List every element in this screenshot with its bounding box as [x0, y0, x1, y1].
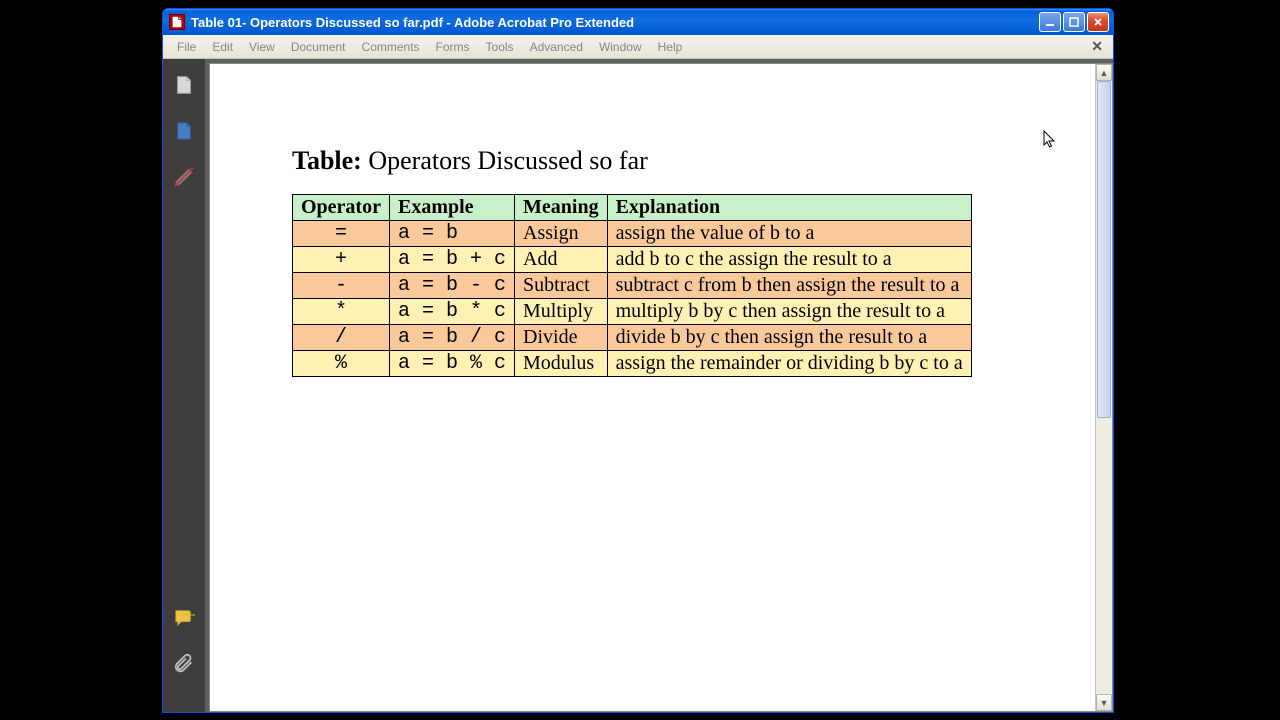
- menu-comments[interactable]: Comments: [354, 38, 428, 56]
- table-header-row: Operator Example Meaning Explanation: [293, 195, 972, 221]
- comments-panel-icon[interactable]: [172, 606, 196, 630]
- title-rest: Operators Discussed so far: [362, 146, 648, 175]
- table-row: % a = b % c Modulus assign the remainder…: [293, 351, 972, 377]
- pdf-app-icon: [169, 14, 185, 30]
- table-row: * a = b * c Multiply multiply b by c the…: [293, 299, 972, 325]
- menu-file[interactable]: File: [169, 38, 204, 56]
- title-bar: Table 01- Operators Discussed so far.pdf…: [163, 9, 1113, 35]
- menu-tools[interactable]: Tools: [478, 38, 522, 56]
- col-example: Example: [389, 195, 514, 221]
- document-view: Table: Operators Discussed so far Operat…: [209, 63, 1113, 712]
- pdf-page: Table: Operators Discussed so far Operat…: [210, 64, 1095, 711]
- window-buttons: [1039, 12, 1109, 32]
- menu-edit[interactable]: Edit: [204, 38, 241, 56]
- table-row: + a = b + c Add add b to c the assign th…: [293, 247, 972, 273]
- work-area: Table: Operators Discussed so far Operat…: [163, 59, 1113, 712]
- window-title: Table 01- Operators Discussed so far.pdf…: [191, 15, 1039, 30]
- pages-panel-icon[interactable]: [172, 73, 196, 97]
- scroll-track[interactable]: [1096, 81, 1112, 694]
- menu-view[interactable]: View: [241, 38, 283, 56]
- menu-advanced[interactable]: Advanced: [522, 38, 591, 56]
- nav-sidebar: [163, 59, 205, 712]
- bookmarks-panel-icon[interactable]: [172, 119, 196, 143]
- operators-table: Operator Example Meaning Explanation = a…: [292, 194, 972, 377]
- col-meaning: Meaning: [515, 195, 608, 221]
- table-row: = a = b Assign assign the value of b to …: [293, 221, 972, 247]
- menu-help[interactable]: Help: [650, 38, 691, 56]
- col-operator: Operator: [293, 195, 390, 221]
- scroll-down-arrow-icon[interactable]: ▼: [1096, 694, 1112, 711]
- title-prefix: Table:: [292, 146, 362, 175]
- col-explanation: Explanation: [607, 195, 971, 221]
- document-close-icon[interactable]: ✕: [1087, 38, 1107, 55]
- menu-document[interactable]: Document: [283, 38, 354, 56]
- menu-forms[interactable]: Forms: [428, 38, 478, 56]
- minimize-button[interactable]: [1039, 12, 1061, 32]
- signatures-panel-icon[interactable]: [172, 165, 196, 189]
- menu-bar: File Edit View Document Comments Forms T…: [163, 35, 1113, 59]
- table-row: - a = b - c Subtract subtract c from b t…: [293, 273, 972, 299]
- attachments-panel-icon[interactable]: [172, 652, 196, 676]
- maximize-button[interactable]: [1063, 12, 1085, 32]
- menu-window[interactable]: Window: [591, 38, 650, 56]
- app-window: Table 01- Operators Discussed so far.pdf…: [162, 8, 1114, 713]
- page-title: Table: Operators Discussed so far: [292, 146, 1035, 176]
- scroll-thumb[interactable]: [1097, 81, 1111, 418]
- vertical-scrollbar[interactable]: ▲ ▼: [1095, 64, 1112, 711]
- table-row: / a = b / c Divide divide b by c then as…: [293, 325, 972, 351]
- scroll-up-arrow-icon[interactable]: ▲: [1096, 64, 1112, 81]
- close-button[interactable]: [1087, 12, 1109, 32]
